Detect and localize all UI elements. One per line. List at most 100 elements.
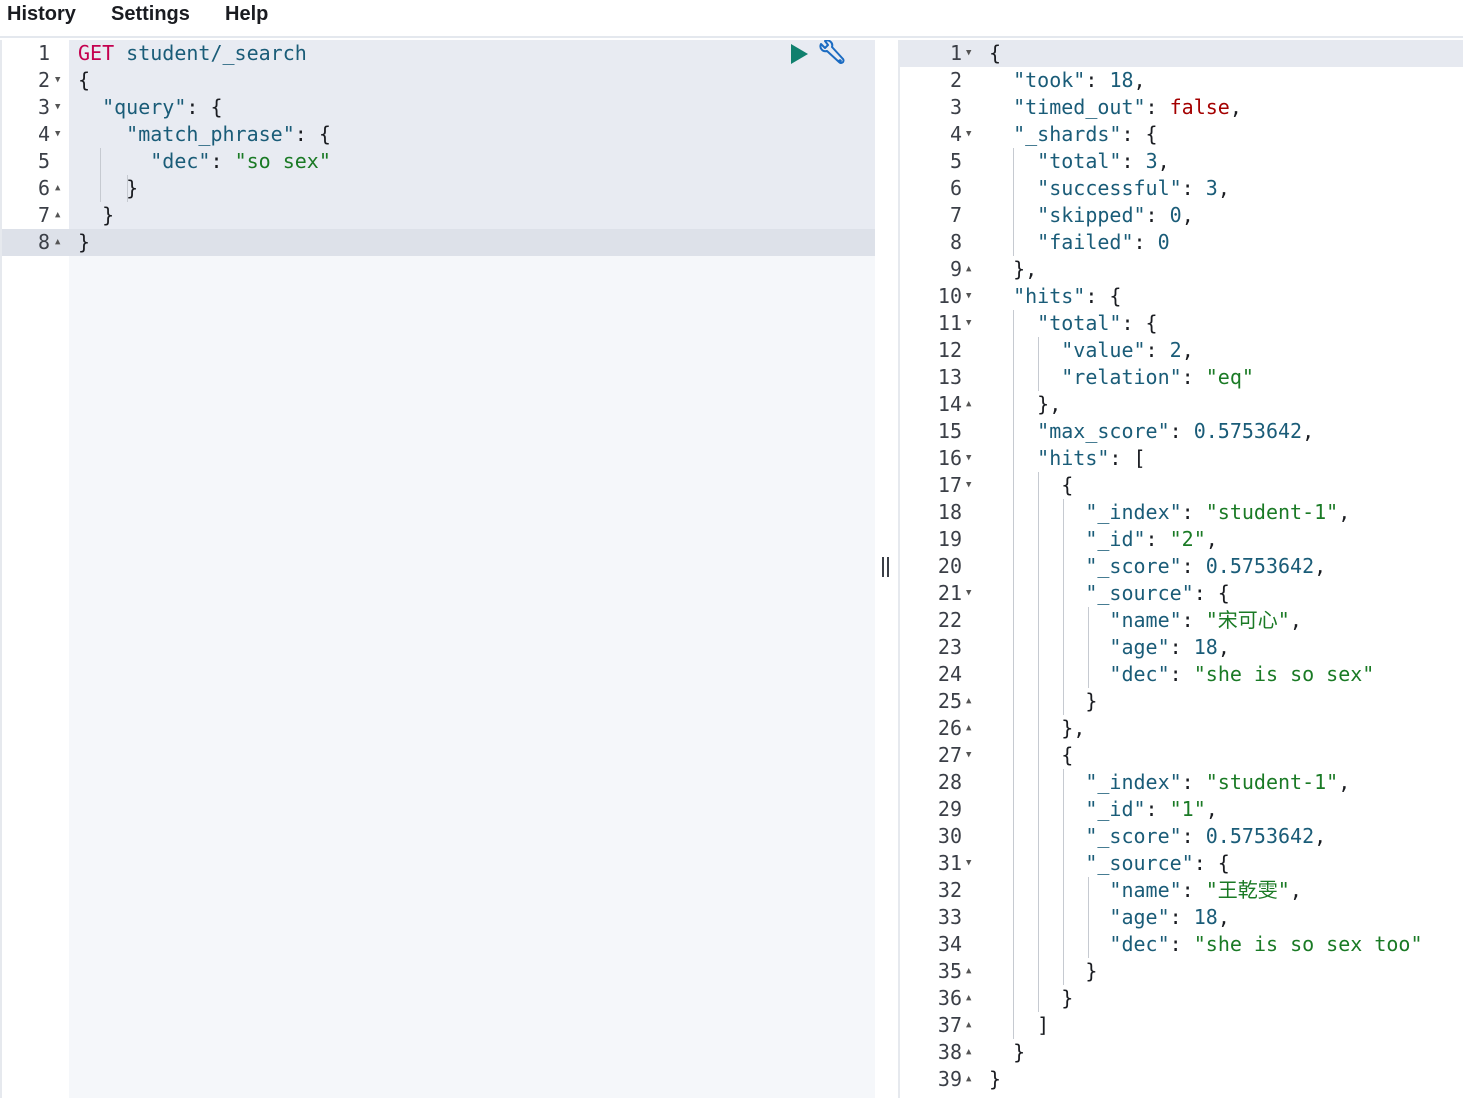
- wrench-icon[interactable]: [816, 40, 846, 68]
- response-line-code[interactable]: "_score": 0.5753642,: [989, 823, 1326, 850]
- json-key: "match_phrase": [126, 122, 295, 146]
- response-line-code[interactable]: "name": "王乾雯",: [989, 877, 1301, 904]
- response-line-code[interactable]: "_index": "student-1",: [989, 769, 1350, 796]
- menu-help[interactable]: Help: [225, 1, 268, 27]
- line-number: 2: [37, 68, 50, 92]
- line-number: 19: [937, 527, 962, 551]
- response-line-code[interactable]: "dec": "she is so sex": [989, 661, 1374, 688]
- fold-arrow-icon[interactable]: ▼: [966, 850, 971, 877]
- fold-arrow-icon[interactable]: ▼: [966, 121, 971, 148]
- request-line-code[interactable]: {: [78, 67, 90, 94]
- fold-arrow-icon[interactable]: ▼: [55, 67, 60, 94]
- response-line-code[interactable]: "failed": 0: [989, 229, 1169, 256]
- response-line-code[interactable]: }: [989, 688, 1097, 715]
- json-number: 18: [1193, 635, 1218, 659]
- drag-handle-icon[interactable]: [882, 557, 892, 581]
- fold-arrow-icon[interactable]: ▲: [966, 1012, 971, 1039]
- line-number: 8: [949, 230, 962, 254]
- request-line-code[interactable]: }: [78, 202, 114, 229]
- response-line-code[interactable]: "timed_out": false,: [989, 94, 1242, 121]
- fold-arrow-icon[interactable]: ▼: [966, 310, 971, 337]
- line-number: 31: [937, 851, 962, 875]
- response-line-code[interactable]: },: [989, 391, 1061, 418]
- request-line-6: 6 ▲ }: [2, 175, 138, 202]
- response-line-code[interactable]: "_id": "1",: [989, 796, 1217, 823]
- response-line-code[interactable]: }: [989, 985, 1073, 1012]
- response-line-code[interactable]: "dec": "she is so sex too": [989, 931, 1422, 958]
- fold-arrow-icon[interactable]: ▼: [966, 40, 971, 67]
- fold-arrow-icon[interactable]: ▼: [55, 94, 60, 121]
- fold-arrow-icon[interactable]: ▼: [966, 445, 971, 472]
- request-line-code[interactable]: "match_phrase": {: [78, 121, 331, 148]
- menu-history[interactable]: History: [7, 1, 76, 27]
- response-line-code[interactable]: "took": 18,: [989, 67, 1145, 94]
- response-line-code[interactable]: "value": 2,: [989, 337, 1193, 364]
- json-number: 3: [1205, 176, 1218, 200]
- response-viewer[interactable]: 1 ▼{2 "took": 18, 3 "timed_out": false, 4 ▼ …: [898, 40, 1463, 1098]
- response-line-code[interactable]: }: [989, 958, 1097, 985]
- response-line-code[interactable]: },: [989, 715, 1085, 742]
- response-line-code[interactable]: "skipped": 0,: [989, 202, 1194, 229]
- response-line-code[interactable]: "name": "宋可心",: [989, 607, 1301, 634]
- response-line-code[interactable]: "_shards": {: [989, 121, 1158, 148]
- request-line-code[interactable]: "dec": "so sex": [78, 148, 331, 175]
- fold-arrow-icon[interactable]: ▲: [966, 985, 971, 1012]
- line-number: 1: [949, 41, 962, 65]
- response-line-code[interactable]: "total": 3,: [989, 148, 1169, 175]
- response-line-code[interactable]: },: [989, 256, 1037, 283]
- fold-arrow-icon[interactable]: ▼: [966, 472, 971, 499]
- request-line-8: 8 ▲ }: [2, 229, 90, 256]
- fold-arrow-icon[interactable]: ▲: [966, 256, 971, 283]
- request-line-code[interactable]: GET student/_search: [78, 40, 307, 67]
- response-line-code[interactable]: {: [989, 742, 1073, 769]
- fold-arrow-icon[interactable]: ▲: [55, 202, 60, 229]
- response-line-code[interactable]: {: [989, 40, 1001, 67]
- request-line-5: 5 "dec": "so sex": [2, 148, 331, 175]
- line-number: 1: [37, 41, 50, 65]
- response-line-code[interactable]: ]: [989, 1012, 1049, 1039]
- line-number: 10: [937, 284, 962, 308]
- play-icon[interactable]: [788, 43, 810, 65]
- response-line-code[interactable]: "_source": {: [989, 580, 1230, 607]
- response-line-code[interactable]: "max_score": 0.5753642,: [989, 418, 1314, 445]
- response-line-code[interactable]: {: [989, 472, 1073, 499]
- request-line-code[interactable]: }: [78, 229, 90, 256]
- fold-arrow-icon[interactable]: ▲: [966, 958, 971, 985]
- pane-splitter[interactable]: [875, 40, 898, 1098]
- response-line-code[interactable]: "_source": {: [989, 850, 1230, 877]
- response-line-code[interactable]: "total": {: [989, 310, 1157, 337]
- fold-arrow-icon[interactable]: ▼: [966, 283, 971, 310]
- json-number: 2: [1169, 338, 1182, 362]
- response-line-code[interactable]: }: [989, 1066, 1001, 1093]
- request-editor[interactable]: 1 GET student/_search 2 ▼ { 3 ▼ "query":…: [0, 40, 875, 1098]
- response-line-code[interactable]: "hits": {: [989, 283, 1121, 310]
- fold-arrow-icon[interactable]: ▲: [966, 1066, 971, 1093]
- fold-arrow-icon[interactable]: ▲: [966, 688, 971, 715]
- line-number: 33: [937, 905, 962, 929]
- line-number: 2: [949, 68, 962, 92]
- fold-arrow-icon[interactable]: ▼: [966, 742, 971, 769]
- line-number: 25: [937, 689, 962, 713]
- response-line-code[interactable]: "_score": 0.5753642,: [989, 553, 1326, 580]
- line-number: 16: [937, 446, 962, 470]
- response-line-code[interactable]: "relation": "eq": [989, 364, 1254, 391]
- fold-arrow-icon[interactable]: ▲: [966, 1039, 971, 1066]
- response-line-code[interactable]: "age": 18,: [989, 634, 1229, 661]
- fold-arrow-icon[interactable]: ▲: [55, 229, 60, 256]
- response-line-code[interactable]: }: [989, 1039, 1025, 1066]
- response-line-code[interactable]: "_id": "2",: [989, 526, 1217, 553]
- fold-arrow-icon[interactable]: ▲: [966, 391, 971, 418]
- response-line-code[interactable]: "age": 18,: [989, 904, 1229, 931]
- response-line-code[interactable]: "_index": "student-1",: [989, 499, 1350, 526]
- fold-arrow-icon[interactable]: ▼: [55, 121, 60, 148]
- menu-settings[interactable]: Settings: [111, 1, 190, 27]
- menu-bar: History Settings Help: [0, 0, 1463, 38]
- request-line-code[interactable]: }: [78, 175, 138, 202]
- fold-arrow-icon[interactable]: ▼: [966, 580, 971, 607]
- json-number: 0.5753642: [1205, 554, 1315, 578]
- fold-arrow-icon[interactable]: ▲: [55, 175, 60, 202]
- response-line-code[interactable]: "hits": [: [989, 445, 1145, 472]
- request-line-code[interactable]: "query": {: [78, 94, 222, 121]
- fold-arrow-icon[interactable]: ▲: [966, 715, 971, 742]
- response-line-code[interactable]: "successful": 3,: [989, 175, 1230, 202]
